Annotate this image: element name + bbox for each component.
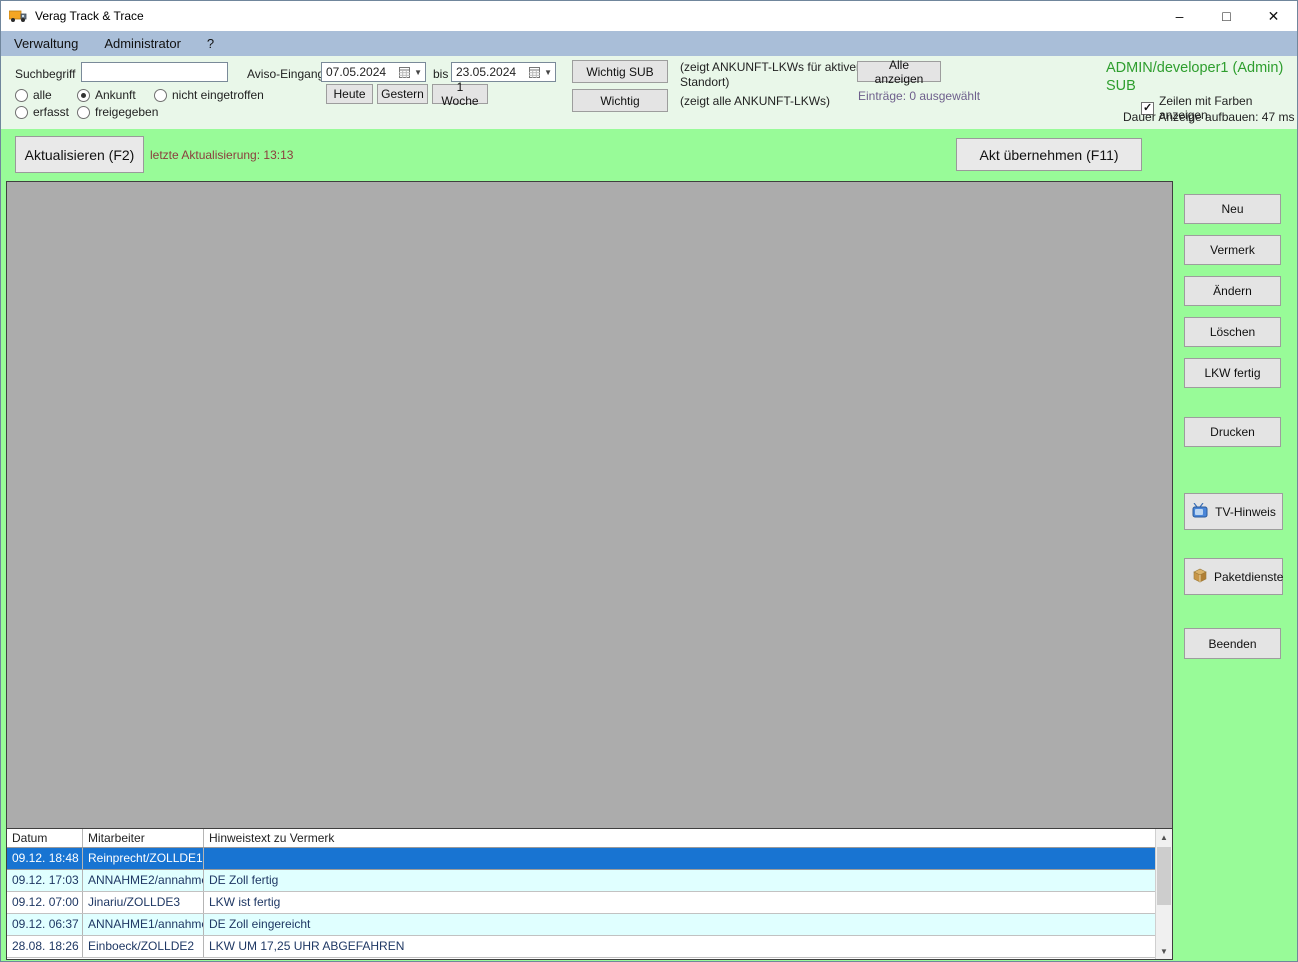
cell-datum: 09.12. 07:00	[7, 892, 83, 913]
woche-button[interactable]: 1 Woche	[432, 80, 488, 108]
cell-datum: 28.08. 18:26	[7, 936, 83, 957]
eintraege-status: Einträge: 0 ausgewählt	[858, 89, 981, 103]
cell-mitarbeiter: ANNAHME1/annahme1	[83, 914, 204, 935]
radio-circle[interactable]	[77, 88, 90, 102]
column-header-datum[interactable]: Datum	[7, 829, 83, 847]
cell-datum: 09.12. 06:37	[7, 914, 83, 935]
window-title: Verag Track & Trace	[35, 9, 144, 23]
content-panel: Datum Mitarbeiter Hinweistext zu Vermerk…	[6, 181, 1173, 960]
filter-toolbar: Suchbegriff alle Ankunft nicht eingetrof…	[1, 56, 1297, 129]
cell-hinweistext: LKW ist fertig	[209, 895, 281, 909]
column-header-hinweistext[interactable]: Hinweistext zu Vermerk	[204, 829, 1155, 847]
radio-freigegeben[interactable]: freigegeben	[77, 105, 158, 119]
menubar: Verwaltung Administrator ?	[1, 31, 1297, 56]
table-row[interactable]: 09.12. 07:00 Jinariu/ZOLLDE3 LKW ist fer…	[7, 892, 1155, 914]
menu-administrator[interactable]: Administrator	[91, 31, 194, 56]
search-input[interactable]	[81, 62, 228, 82]
search-label: Suchbegriff	[15, 67, 76, 81]
scroll-down-icon[interactable]: ▼	[1156, 943, 1172, 959]
close-button[interactable]: ✕	[1250, 1, 1297, 31]
tv-icon	[1192, 502, 1209, 521]
last-refresh-status: letzte Aktualisierung: 13:13	[150, 148, 294, 162]
radio-alle[interactable]: alle	[15, 88, 52, 102]
drucken-button[interactable]: Drucken	[1184, 417, 1281, 447]
radio-circle[interactable]	[154, 88, 167, 102]
sidebar: Neu Vermerk Ändern Löschen LKW fertig Dr…	[1173, 181, 1297, 961]
main-area: Datum Mitarbeiter Hinweistext zu Vermerk…	[1, 181, 1297, 961]
akt-uebernehmen-button[interactable]: Akt übernehmen (F11)	[956, 138, 1142, 171]
heute-button[interactable]: Heute	[326, 84, 373, 104]
column-header-mitarbeiter[interactable]: Mitarbeiter	[83, 829, 204, 847]
app-window: Verag Track & Trace – □ ✕ Verwaltung Adm…	[0, 0, 1298, 962]
cell-datum: 09.12. 18:48	[7, 848, 83, 869]
logged-in-user: ADMIN/developer1 (Admin) SUB	[1106, 60, 1284, 95]
radio-nicht-eingetroffen[interactable]: nicht eingetroffen	[154, 88, 264, 102]
cell-mitarbeiter: Jinariu/ZOLLDE3	[83, 892, 204, 913]
maximize-button[interactable]: □	[1203, 1, 1250, 31]
radio-ankunft[interactable]: Ankunft	[77, 88, 136, 102]
vermerk-button[interactable]: Vermerk	[1184, 235, 1281, 265]
wichtig-sub-button[interactable]: Wichtig SUB	[572, 60, 668, 83]
table-row[interactable]: 09.12. 06:37 ANNAHME1/annahme1 DE Zoll e…	[7, 914, 1155, 936]
cell-mitarbeiter: Einboeck/ZOLLDE2	[83, 936, 204, 957]
scroll-up-icon[interactable]: ▲	[1156, 829, 1172, 845]
calendar-icon[interactable]	[399, 66, 411, 78]
wichtig-button[interactable]: Wichtig	[572, 89, 668, 112]
alle-anzeigen-button[interactable]: Alle anzeigen	[857, 58, 941, 86]
radio-circle[interactable]	[77, 105, 90, 119]
beenden-button[interactable]: Beenden	[1184, 628, 1281, 659]
cell-hinweistext: LKW UM 17,25 UHR ABGEFAHREN	[209, 939, 405, 953]
minimize-button[interactable]: –	[1156, 1, 1203, 31]
table-header: Datum Mitarbeiter Hinweistext zu Vermerk	[7, 829, 1155, 848]
list-area-empty	[7, 182, 1172, 828]
action-bar: Aktualisieren (F2) letzte Aktualisierung…	[1, 129, 1297, 181]
dauer-anzeige-status: Dauer Anzeige aufbauen: 47 ms	[1123, 110, 1295, 124]
bis-label: bis	[433, 67, 449, 81]
table-row[interactable]: 09.12. 18:48 Reinprecht/ZOLLDE1	[7, 848, 1155, 870]
table-row[interactable]: 09.12. 17:03 ANNAHME2/annahme2 DE Zoll f…	[7, 870, 1155, 892]
aendern-button[interactable]: Ändern	[1184, 276, 1281, 306]
chevron-down-icon[interactable]: ▼	[544, 68, 552, 77]
radio-circle[interactable]	[15, 105, 28, 119]
scrollbar-thumb[interactable]	[1157, 847, 1171, 905]
vermerk-table: Datum Mitarbeiter Hinweistext zu Vermerk…	[7, 828, 1172, 959]
truck-app-icon	[9, 9, 28, 23]
neu-button[interactable]: Neu	[1184, 194, 1281, 224]
package-icon	[1192, 568, 1208, 586]
calendar-icon[interactable]	[529, 66, 541, 78]
wichtig-sub-caption: (zeigt ANKUNFT-LKWs für aktiven Standort…	[680, 60, 863, 89]
titlebar: Verag Track & Trace – □ ✕	[1, 1, 1297, 31]
cell-datum: 09.12. 17:03	[7, 870, 83, 891]
paketdienste-button[interactable]: Paketdienste	[1184, 558, 1283, 595]
table-row[interactable]: 28.08. 18:26 Einboeck/ZOLLDE2 LKW UM 17,…	[7, 936, 1155, 958]
date-to-value: 23.05.2024	[456, 65, 517, 79]
date-from-picker[interactable]: 07.05.2024 ▼	[321, 62, 426, 82]
cell-hinweistext: DE Zoll fertig	[209, 873, 279, 887]
loeschen-button[interactable]: Löschen	[1184, 317, 1281, 347]
cell-hinweistext	[204, 848, 1155, 869]
cell-mitarbeiter: ANNAHME2/annahme2	[83, 870, 204, 891]
aktualisieren-button[interactable]: Aktualisieren (F2)	[15, 136, 144, 173]
chevron-down-icon[interactable]: ▼	[414, 68, 422, 77]
date-from-value: 07.05.2024	[326, 65, 387, 79]
radio-erfasst[interactable]: erfasst	[15, 105, 69, 119]
radio-circle[interactable]	[15, 88, 28, 102]
aviso-eingang-label: Aviso-Eingang	[247, 67, 325, 81]
lkw-fertig-button[interactable]: LKW fertig	[1184, 358, 1281, 388]
menu-help[interactable]: ?	[194, 31, 227, 56]
cell-hinweistext: DE Zoll eingereicht	[209, 917, 311, 931]
date-to-picker[interactable]: 23.05.2024 ▼	[451, 62, 556, 82]
menu-verwaltung[interactable]: Verwaltung	[1, 31, 91, 56]
tv-hinweis-button[interactable]: TV-Hinweis	[1184, 493, 1283, 530]
table-scrollbar[interactable]: ▲ ▼	[1155, 829, 1172, 959]
gestern-button[interactable]: Gestern	[377, 84, 428, 104]
cell-mitarbeiter: Reinprecht/ZOLLDE1	[83, 848, 204, 869]
